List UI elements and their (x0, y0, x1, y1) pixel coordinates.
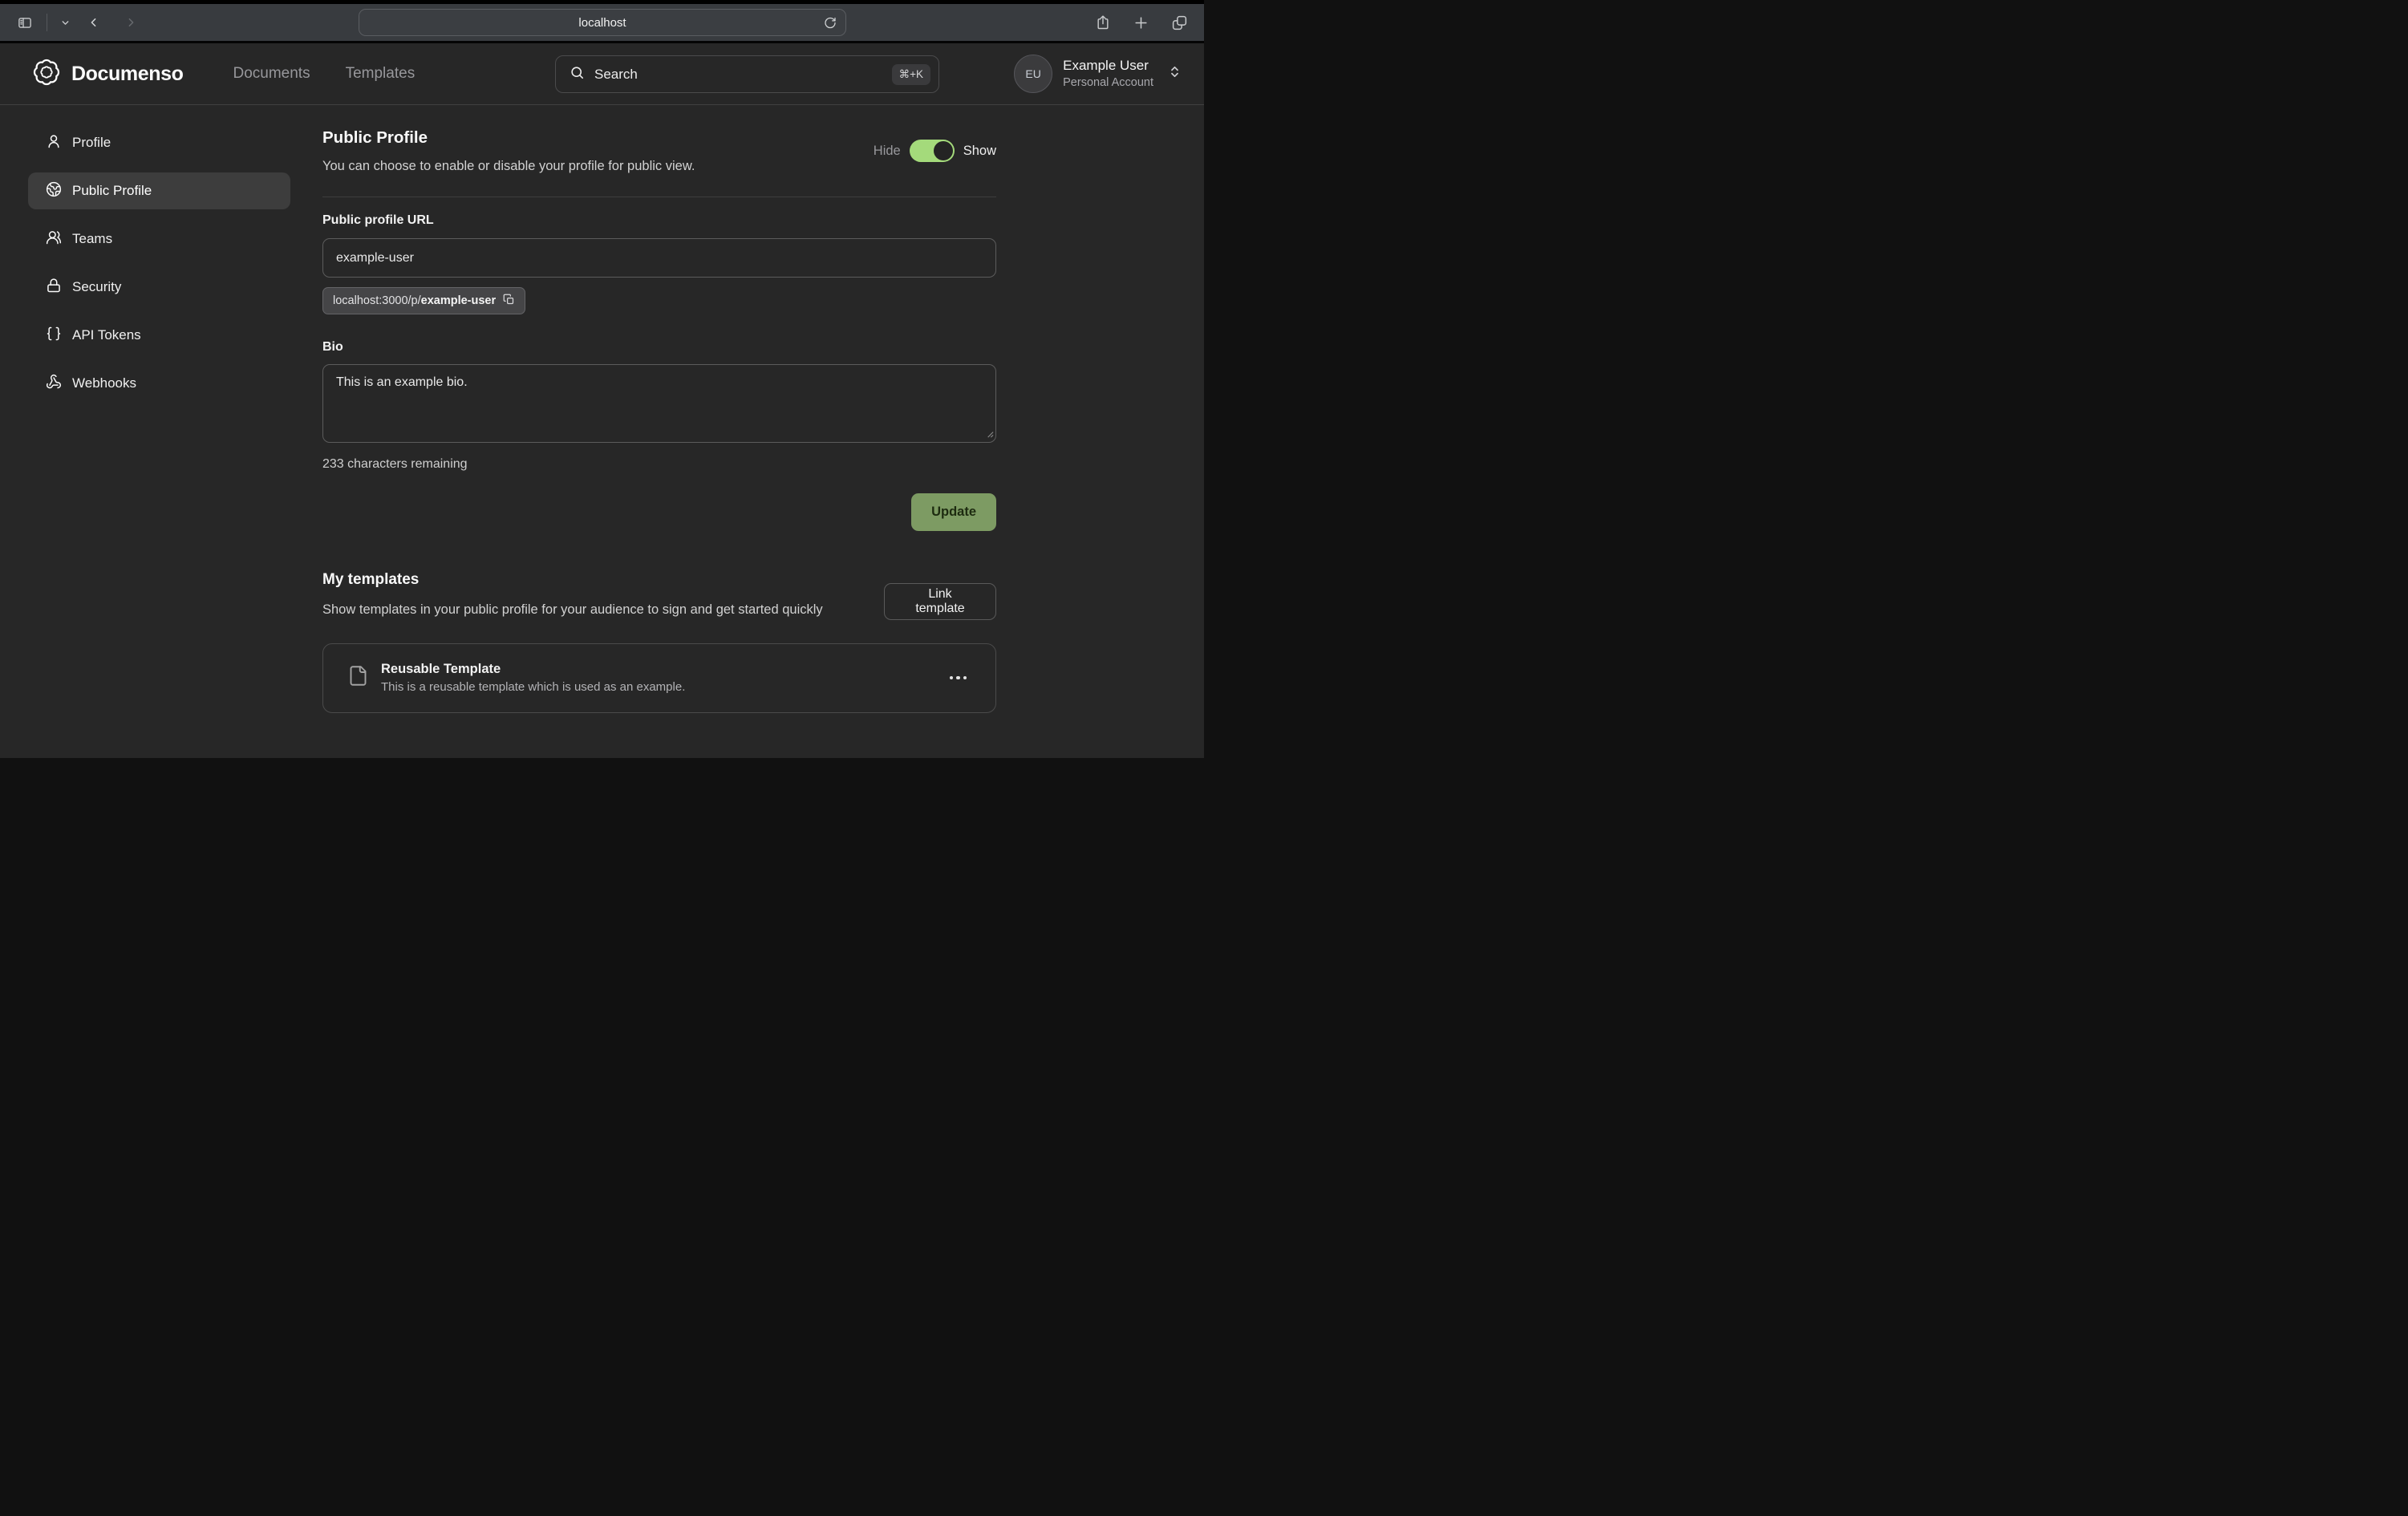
nav-documents[interactable]: Documents (233, 65, 310, 83)
profile-url-text: localhost:3000/p/example-user (333, 294, 496, 307)
bio-textarea[interactable]: This is an example bio. (322, 364, 996, 443)
sidebar-item-label: Profile (72, 135, 111, 151)
page-title: Public Profile (322, 127, 695, 149)
screen: localhost (0, 0, 1204, 758)
brand-name: Documenso (71, 63, 183, 86)
dot (956, 676, 960, 680)
hide-label: Hide (874, 144, 901, 159)
sidebar-item-api-tokens[interactable]: API Tokens (28, 317, 290, 354)
browser-toolbar: localhost (0, 4, 1204, 41)
account-menu[interactable]: EU Example User Personal Account (1014, 43, 1182, 104)
sidebar-item-label: Public Profile (72, 183, 152, 199)
bio-characters-remaining: 233 characters remaining (322, 457, 996, 472)
lock-icon (46, 278, 62, 298)
sidebar-item-teams[interactable]: Teams (28, 221, 290, 257)
visibility-toggle-group: Hide Show (874, 140, 996, 162)
resize-grip[interactable] (985, 428, 994, 442)
update-button[interactable]: Update (911, 493, 996, 531)
file-icon (347, 663, 369, 692)
bio-field-label: Bio (322, 340, 996, 355)
globe-icon (46, 181, 62, 201)
sidebar-item-label: Webhooks (72, 375, 136, 391)
show-label: Show (963, 144, 996, 159)
documenso-logo-icon (32, 58, 61, 91)
template-description: This is a reusable template which is use… (381, 680, 685, 694)
sidebar-item-label: Teams (72, 231, 112, 247)
search-bar[interactable]: ⌘+K (555, 55, 939, 93)
brand[interactable]: Documenso (32, 58, 183, 91)
settings-sidebar: Profile Public Profile Teams (0, 105, 322, 758)
search-shortcut-badge: ⌘+K (892, 64, 930, 85)
address-bar-url: localhost (578, 16, 626, 30)
reload-icon[interactable] (824, 16, 837, 30)
back-icon[interactable] (85, 13, 102, 32)
search-icon (570, 65, 585, 84)
share-icon[interactable] (1093, 12, 1113, 33)
account-type: Personal Account (1063, 75, 1153, 91)
toggle-knob (934, 141, 953, 160)
public-profile-settings: Public Profile You can choose to enable … (322, 105, 996, 758)
tab-overview-icon[interactable] (1170, 13, 1190, 33)
dot (963, 676, 967, 680)
profile-url-copy-chip[interactable]: localhost:3000/p/example-user (322, 287, 525, 314)
new-tab-icon[interactable] (1132, 14, 1150, 32)
sidebar-item-label: API Tokens (72, 327, 141, 343)
sidebar-item-webhooks[interactable]: Webhooks (28, 365, 290, 402)
app-header: Documenso Documents Templates ⌘+K EU Exa… (0, 43, 1204, 105)
template-options-icon[interactable] (945, 671, 972, 685)
page-description: You can choose to enable or disable your… (322, 157, 695, 175)
url-field-label: Public profile URL (322, 213, 996, 228)
sidebar-item-public-profile[interactable]: Public Profile (28, 172, 290, 209)
avatar: EU (1014, 55, 1052, 93)
address-bar[interactable]: localhost (359, 9, 846, 36)
users-icon (46, 229, 62, 249)
copy-icon (503, 294, 515, 309)
search-input[interactable] (594, 67, 882, 83)
sidebar-item-security[interactable]: Security (28, 269, 290, 306)
chevrons-up-down-icon (1168, 65, 1182, 83)
public-profile-url-input[interactable] (322, 238, 996, 278)
nav-templates[interactable]: Templates (346, 65, 416, 83)
visibility-toggle[interactable] (910, 140, 955, 162)
sidebar-chevron-down-icon[interactable] (59, 16, 72, 30)
user-icon (46, 133, 62, 153)
sidebar-item-label: Security (72, 279, 121, 295)
template-row[interactable]: Reusable Template This is a reusable tem… (322, 643, 996, 713)
forward-icon[interactable] (123, 13, 140, 32)
main-nav: Documents Templates (233, 65, 415, 83)
braces-icon (46, 326, 62, 346)
sidebar-toggle-icon[interactable] (14, 14, 35, 32)
account-name: Example User (1063, 57, 1153, 75)
dot (950, 676, 954, 680)
my-templates-title: My templates (322, 571, 884, 589)
link-template-button[interactable]: Link template (884, 583, 996, 620)
webhook-icon (46, 374, 62, 394)
my-templates-description: Show templates in your public profile fo… (322, 600, 884, 621)
template-name: Reusable Template (381, 662, 685, 677)
sidebar-item-profile[interactable]: Profile (28, 124, 290, 161)
